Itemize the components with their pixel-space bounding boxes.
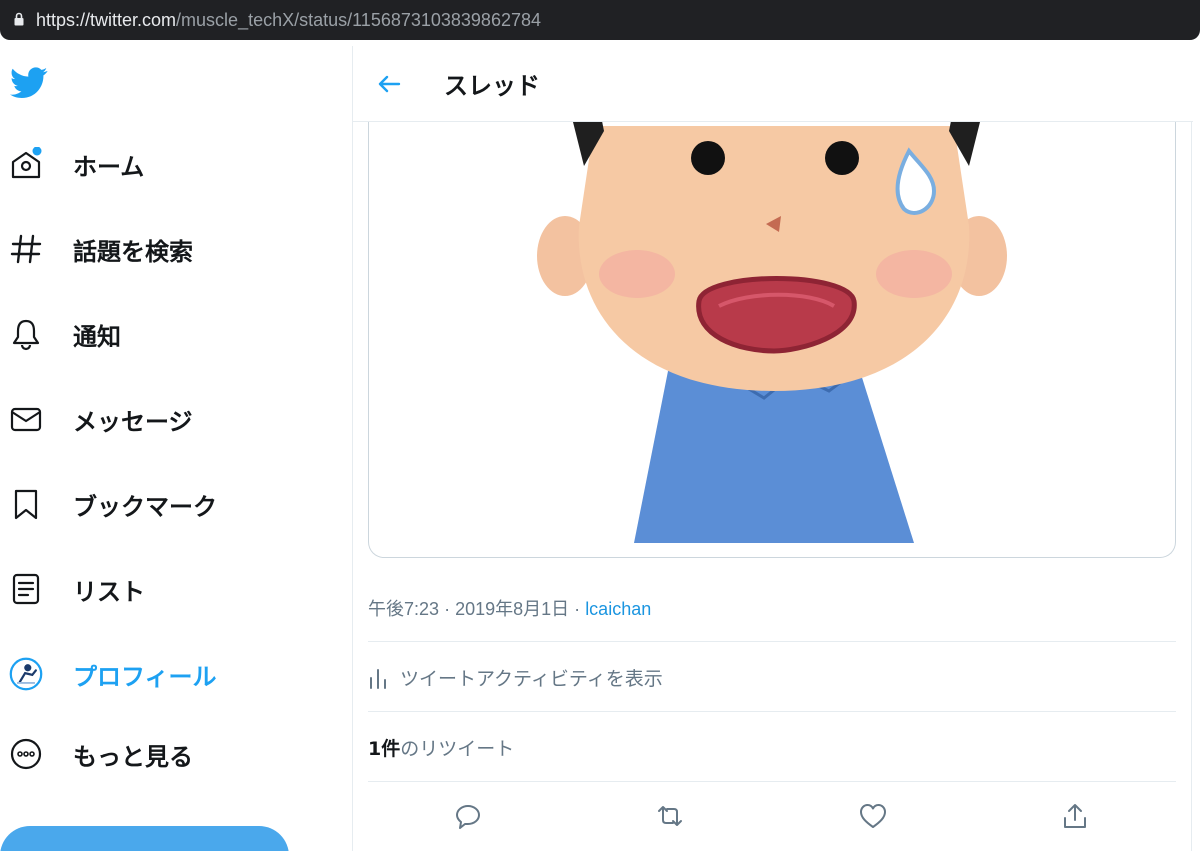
share-button[interactable]: [1057, 798, 1093, 834]
retweet-count-label: のリツイート: [400, 738, 515, 760]
sidebar-item-bookmarks[interactable]: ブックマーク: [0, 474, 300, 534]
sidebar-item-label: プロフィール: [73, 662, 217, 691]
more-icon: [9, 737, 43, 771]
home-icon: [9, 147, 43, 181]
meta-separator: ·: [574, 599, 581, 619]
envelope-icon: [9, 402, 43, 436]
bar-chart-icon: [370, 668, 386, 689]
sidebar-item-label: ホーム: [73, 152, 145, 181]
tweet-timestamp: 午後7:23 · 2019年8月1日 · lcaichan: [368, 595, 651, 621]
sidebar-item-lists[interactable]: リスト: [0, 559, 300, 619]
back-arrow-icon[interactable]: [375, 70, 403, 98]
sidebar: ホーム 話題を検索 通知 メッセージ ブックマーク リスト プロフィール もっと…: [0, 46, 352, 851]
lock-icon: [14, 12, 24, 26]
divider: [368, 711, 1176, 712]
sidebar-item-label: リスト: [73, 577, 145, 606]
tweet-activity-link[interactable]: ツイートアクティビティを表示: [368, 664, 663, 691]
tweet-activity-label: ツイートアクティビティを表示: [400, 668, 663, 690]
url-host: https://twitter.com: [36, 10, 177, 30]
reply-icon: [456, 805, 480, 829]
sidebar-item-label: メッセージ: [73, 407, 193, 436]
retweet-button[interactable]: [652, 798, 688, 834]
hashtag-icon: [9, 232, 43, 266]
heart-icon: [860, 804, 886, 828]
meta-separator: ·: [444, 599, 451, 619]
twitter-logo-icon[interactable]: [10, 66, 48, 100]
page-title: スレッド: [444, 72, 540, 100]
thread-column: スレッド 午後7:23 · 2019年8月1日 · lcaichan ツイートア…: [352, 46, 1193, 851]
avatar-icon: [9, 657, 43, 691]
bookmark-icon: [9, 487, 43, 521]
sidebar-item-more[interactable]: もっと見る: [0, 724, 300, 784]
sidebar-item-label: 話題を検索: [73, 237, 193, 266]
bell-icon: [9, 317, 43, 351]
like-button[interactable]: [855, 798, 891, 834]
url-text: https://twitter.com/muscle_techX/status/…: [36, 10, 541, 31]
sidebar-item-label: 通知: [73, 322, 121, 351]
browser-address-bar[interactable]: https://twitter.com/muscle_techX/status/…: [0, 0, 1200, 40]
sidebar-item-profile[interactable]: プロフィール: [0, 644, 300, 704]
tweet-source-link[interactable]: lcaichan: [585, 599, 651, 619]
tweet-date[interactable]: 2019年8月1日: [455, 599, 569, 619]
illustration-boy-surprised: [537, 106, 1007, 543]
tweet-time[interactable]: 午後7:23: [368, 599, 439, 619]
url-path: /muscle_techX/status/1156873103839862784: [176, 10, 541, 30]
divider: [368, 641, 1176, 642]
tweet-button[interactable]: [0, 826, 289, 851]
divider: [368, 781, 1176, 782]
sidebar-item-notifications[interactable]: 通知: [0, 304, 300, 364]
sidebar-item-explore[interactable]: 話題を検索: [0, 219, 300, 279]
retweet-count[interactable]: 1件のリツイート: [368, 734, 514, 761]
reply-button[interactable]: [450, 798, 486, 834]
tweet-media-image[interactable]: [368, 106, 1176, 558]
list-icon: [9, 572, 43, 606]
sidebar-item-label: もっと見る: [73, 742, 193, 771]
sidebar-item-messages[interactable]: メッセージ: [0, 389, 300, 449]
sidebar-item-home[interactable]: ホーム: [0, 134, 300, 194]
retweet-count-number: 1件: [368, 738, 401, 760]
retweet-icon: [658, 806, 682, 826]
sidebar-item-label: ブックマーク: [73, 492, 217, 521]
notification-dot: [32, 147, 42, 156]
share-icon: [1064, 804, 1086, 828]
thread-header: スレッド: [353, 46, 1193, 122]
